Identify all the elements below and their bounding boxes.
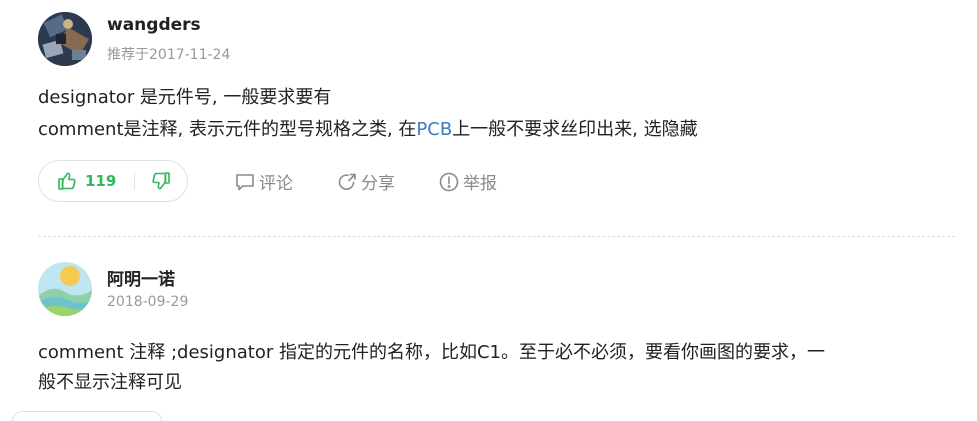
avatar[interactable] <box>38 262 92 316</box>
action-bar: 119 评论 分享 举报 <box>38 160 955 208</box>
content-text: 上一般不要求丝印出来, 选隐藏 <box>452 119 698 140</box>
vote-box: 119 <box>38 160 188 202</box>
answer-content: designator 是元件号, 一般要求要有 comment是注释, 表示元件… <box>38 82 955 146</box>
answer-header: 阿明一诺 2018-09-29 <box>38 262 955 318</box>
username[interactable]: 阿明一诺 <box>107 265 175 290</box>
report-icon <box>439 172 459 191</box>
avatar[interactable] <box>38 12 92 66</box>
answer-card: wangders 推荐于2017-11-24 designator 是元件号, … <box>38 12 955 208</box>
downvote-button[interactable] <box>151 171 171 191</box>
comment-icon <box>236 173 254 190</box>
content-text: comment是注释, 表示元件的型号规格之类, 在 <box>38 119 417 140</box>
share-icon <box>338 173 356 190</box>
upvote-button[interactable]: 119 <box>57 170 116 192</box>
share-label: 分享 <box>361 174 395 194</box>
vote-divider <box>134 172 135 190</box>
report-label: 举报 <box>463 174 497 194</box>
share-button[interactable]: 分享 <box>336 169 395 194</box>
answer-content: comment 注释 ;designator 指定的元件的名称，比如C1。至于必… <box>38 338 955 398</box>
answer-date: 推荐于2017-11-24 <box>107 47 231 63</box>
comment-button[interactable]: 评论 <box>234 169 293 194</box>
content-line: comment是注释, 表示元件的型号规格之类, 在PCB上一般不要求丝印出来,… <box>38 114 955 146</box>
username[interactable]: wangders <box>107 15 201 35</box>
keyword-link[interactable]: PCB <box>416 119 452 140</box>
answer-date: 2018-09-29 <box>107 294 189 310</box>
thumbs-up-icon <box>58 172 76 190</box>
report-button[interactable]: 举报 <box>438 169 497 194</box>
vote-box <box>12 411 162 421</box>
answer-header: wangders 推荐于2017-11-24 <box>38 12 955 68</box>
upvote-count: 119 <box>85 172 117 190</box>
content-line: comment 注释 ;designator 指定的元件的名称，比如C1。至于必… <box>38 342 825 363</box>
content-line: 般不显示注释可见 <box>38 372 182 393</box>
thumbs-down-icon <box>152 172 170 190</box>
content-line: designator 是元件号, 一般要求要有 <box>38 87 332 108</box>
comment-label: 评论 <box>259 174 293 194</box>
answer-divider <box>38 236 955 237</box>
answer-card: 阿明一诺 2018-09-29 comment 注释 ;designator 指… <box>38 262 955 398</box>
